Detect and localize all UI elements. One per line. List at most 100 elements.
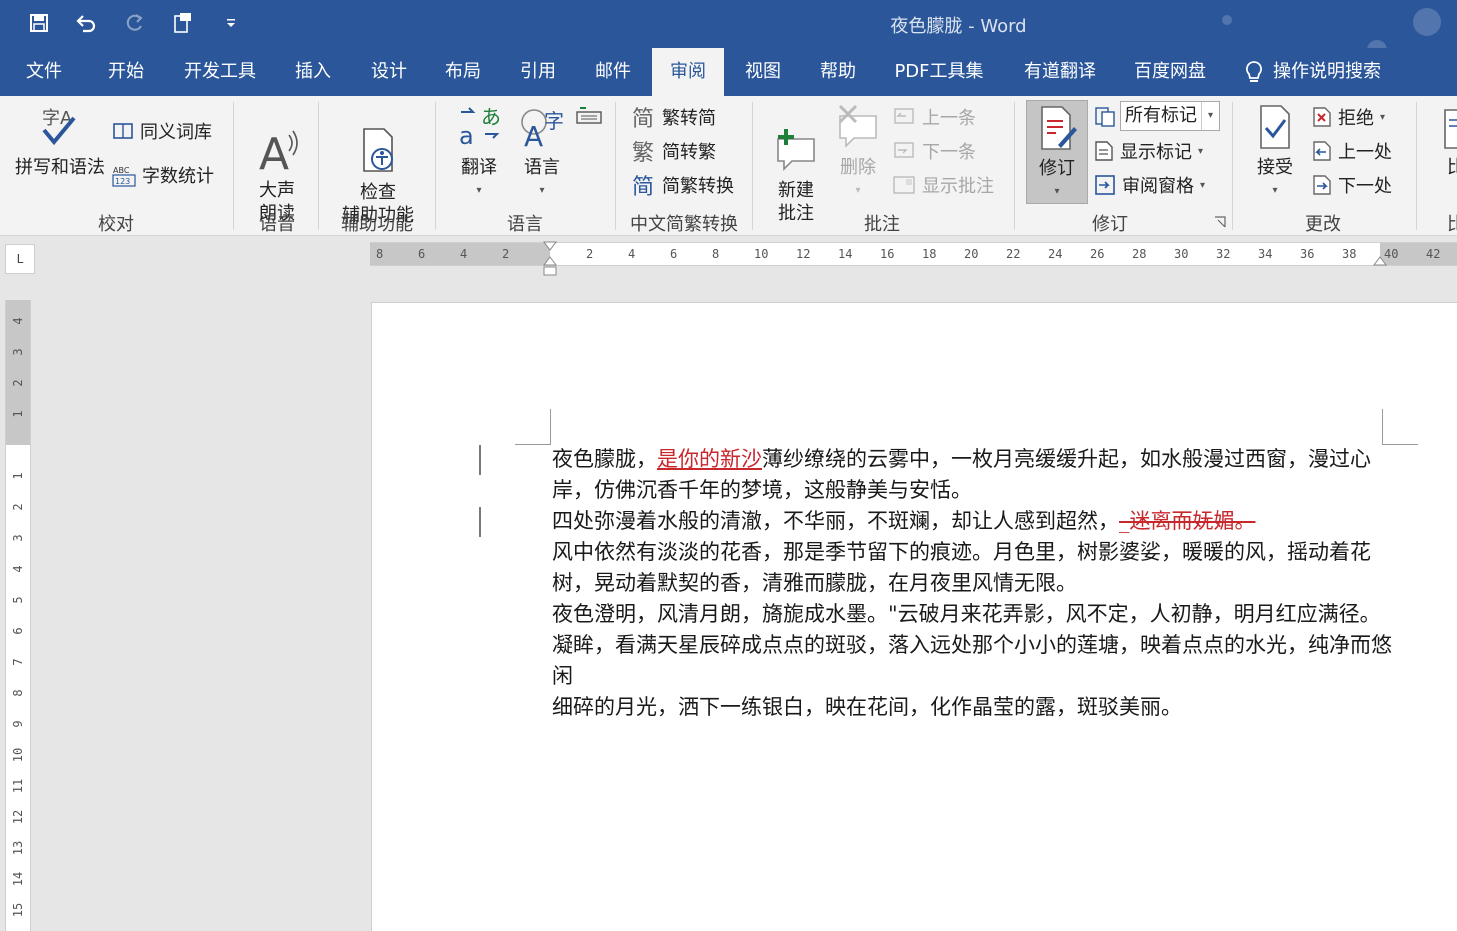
chinese-convert-icon: 简	[632, 175, 654, 198]
tab-references[interactable]: 引用	[505, 48, 571, 96]
tell-me-search[interactable]: 操作说明搜索	[1245, 48, 1405, 96]
accept-label: 接受	[1257, 157, 1293, 178]
group-accessibility-label: 辅助功能	[341, 214, 413, 235]
tab-baidu-netdisk[interactable]: 百度网盘	[1120, 48, 1220, 96]
next-change-icon	[1313, 175, 1331, 195]
document-body[interactable]: 夜色朦胧，是你的新沙薄纱缭绕的云雾中，一枚月亮缓缓升起，如水般漫过西窗，漫过心岸…	[552, 444, 1392, 723]
spelling-grammar-button[interactable]: 字A 拼写和语法	[12, 104, 108, 179]
previous-comment-label: 上一条	[922, 108, 976, 129]
ruler-tick-label: 7	[11, 658, 25, 666]
group-separator	[435, 102, 436, 230]
right-indent-marker-icon[interactable]	[1373, 255, 1387, 267]
next-comment-icon	[894, 142, 914, 158]
tab-home[interactable]: 开始	[92, 48, 160, 96]
paragraph: 细碎的月光，洒下一练银白，映在花间，化作晶莹的露，斑驳美丽。	[552, 695, 1182, 719]
language-button[interactable]: A字 语言 ▾	[512, 104, 572, 202]
tab-help[interactable]: 帮助	[805, 48, 871, 96]
next-comment-label: 下一条	[922, 142, 976, 163]
group-language-label: 语言	[507, 214, 543, 235]
group-chinese-label: 中文简繁转换	[630, 214, 738, 235]
deleted-text[interactable]: _迷离而妩媚。	[1119, 509, 1256, 533]
next-comment-button[interactable]: 下一条	[892, 138, 976, 164]
chinese-convert-button[interactable]: 简 简繁转换	[632, 172, 734, 198]
left-indent-marker-icon[interactable]	[543, 255, 557, 279]
group-compare-label: 比	[1447, 214, 1457, 235]
chevron-down-icon: ▾	[1054, 186, 1060, 197]
ruler-tick-label: 12	[11, 809, 25, 825]
tab-insert[interactable]: 插入	[280, 48, 346, 96]
document-page[interactable]: 夜色朦胧，是你的新沙薄纱缭绕的云雾中，一枚月亮缓缓升起，如水般漫过西窗，漫过心岸…	[371, 302, 1457, 931]
markup-display-icon	[1095, 107, 1115, 127]
change-bar	[479, 507, 481, 537]
chevron-down-icon: ▾	[1198, 145, 1204, 157]
svg-text:A: A	[524, 120, 543, 150]
tab-layout[interactable]: 布局	[430, 48, 496, 96]
delete-comment-button[interactable]: 删除 ▾	[830, 104, 886, 202]
text-run: 四处弥漫着水般的清澈，不华丽，不斑斓，却让人感到超然，	[552, 509, 1119, 533]
ruler-tick-label: 22	[1006, 247, 1021, 261]
ruler-tick-label: 2	[502, 247, 510, 261]
ruler-tick-label: 13	[11, 840, 25, 856]
track-changes-button[interactable]: 修订 ▾	[1026, 100, 1088, 204]
tab-mailings[interactable]: 邮件	[580, 48, 646, 96]
tab-youdao-translate[interactable]: 有道翻译	[1010, 48, 1110, 96]
group-comments-label: 批注	[864, 214, 900, 235]
tab-view[interactable]: 视图	[730, 48, 796, 96]
ruler-tick-label: 28	[1132, 247, 1147, 261]
new-comment-button[interactable]: 新建 批注	[766, 104, 826, 248]
tab-selector-icon[interactable]: L	[5, 244, 35, 274]
trad-to-simp-button[interactable]: 简 繁转简	[632, 104, 716, 130]
markup-select[interactable]: 所有标记 ▾	[1120, 101, 1220, 131]
ruler-tick-label: 3	[11, 534, 25, 542]
word-count-button[interactable]: ABC 123 字数统计	[112, 162, 214, 188]
accessibility-check-icon	[363, 128, 393, 172]
next-change-label: 下一处	[1338, 176, 1392, 197]
tab-review[interactable]: 审阅	[652, 48, 724, 96]
ruler-tick-label: 36	[1300, 247, 1315, 261]
svg-text:123: 123	[115, 177, 130, 186]
translate-button[interactable]: あa 翻译 ▾	[450, 104, 508, 202]
simp-to-trad-button[interactable]: 繁 简转繁	[632, 138, 716, 164]
keyboard-icon[interactable]	[576, 106, 602, 124]
first-line-indent-marker-icon[interactable]	[543, 241, 557, 253]
group-separator	[233, 102, 234, 230]
chevron-down-icon: ▾	[1200, 179, 1206, 191]
group-separator	[752, 102, 753, 230]
previous-comment-button[interactable]: 上一条	[892, 104, 976, 130]
chevron-down-icon[interactable]: ▾	[1201, 102, 1219, 130]
ruler-tick-label: 4	[11, 565, 25, 573]
tab-file[interactable]: 文件	[10, 48, 78, 96]
next-change-button[interactable]: 下一处	[1312, 172, 1392, 198]
accept-button[interactable]: 接受 ▾	[1244, 104, 1306, 202]
thesaurus-button[interactable]: 同义词库	[112, 118, 212, 144]
previous-change-button[interactable]: 上一处	[1312, 138, 1392, 164]
tab-pdf-tools[interactable]: PDF工具集	[880, 48, 998, 96]
ruler-tick-label: 8	[376, 247, 384, 261]
delete-comment-label: 删除	[840, 157, 876, 178]
tell-me-label: 操作说明搜索	[1273, 61, 1381, 82]
ruler-tick-label: 14	[11, 871, 25, 887]
book-icon	[113, 123, 133, 139]
tab-design[interactable]: 设计	[356, 48, 422, 96]
translate-label: 翻译	[461, 157, 497, 178]
compare-button[interactable]: 比	[1436, 104, 1457, 179]
simp-to-trad-icon: 繁	[632, 141, 654, 164]
horizontal-ruler[interactable]: 8 6 4 2 2 4 6 8 10 12 14 16 18 20 22 24 26 28 30 32 34 36 38 40…	[370, 241, 1457, 276]
tab-developer[interactable]: 开发工具	[170, 48, 270, 96]
show-markup-label: 显示标记	[1120, 142, 1192, 163]
inserted-text[interactable]: 是你的新沙	[657, 447, 762, 471]
dialog-launcher-icon[interactable]	[1214, 216, 1226, 228]
paragraph: 夜色朦胧，是你的新沙薄纱缭绕的云雾中，一枚月亮缓缓升起，如水般漫过西窗，漫过心岸…	[552, 444, 1392, 506]
show-comments-button[interactable]: 显示批注	[892, 172, 994, 198]
svg-text:繁: 繁	[632, 141, 654, 164]
reviewing-pane-button[interactable]: 审阅窗格 ▾	[1094, 172, 1205, 198]
word-count-icon: ABC 123	[112, 166, 136, 187]
reject-button[interactable]: 拒绝 ▾	[1312, 104, 1385, 130]
ruler-area: L 8 6 4 2 2 4 6 8 10 12 14 16 18 20 22 24 26 28 30 32 34 36 38…	[0, 236, 1457, 302]
chevron-down-icon: ▾	[1380, 111, 1386, 123]
ruler-tick-label: 3	[11, 348, 25, 356]
ruler-tick-label: 4	[628, 247, 636, 261]
show-markup-button[interactable]: 显示标记 ▾	[1094, 138, 1203, 164]
previous-change-icon	[1313, 141, 1331, 161]
vertical-ruler[interactable]: 4 3 2 1 1 2 3 4 5 6 7 8 9 10 11 12 13 14 15	[5, 300, 31, 931]
